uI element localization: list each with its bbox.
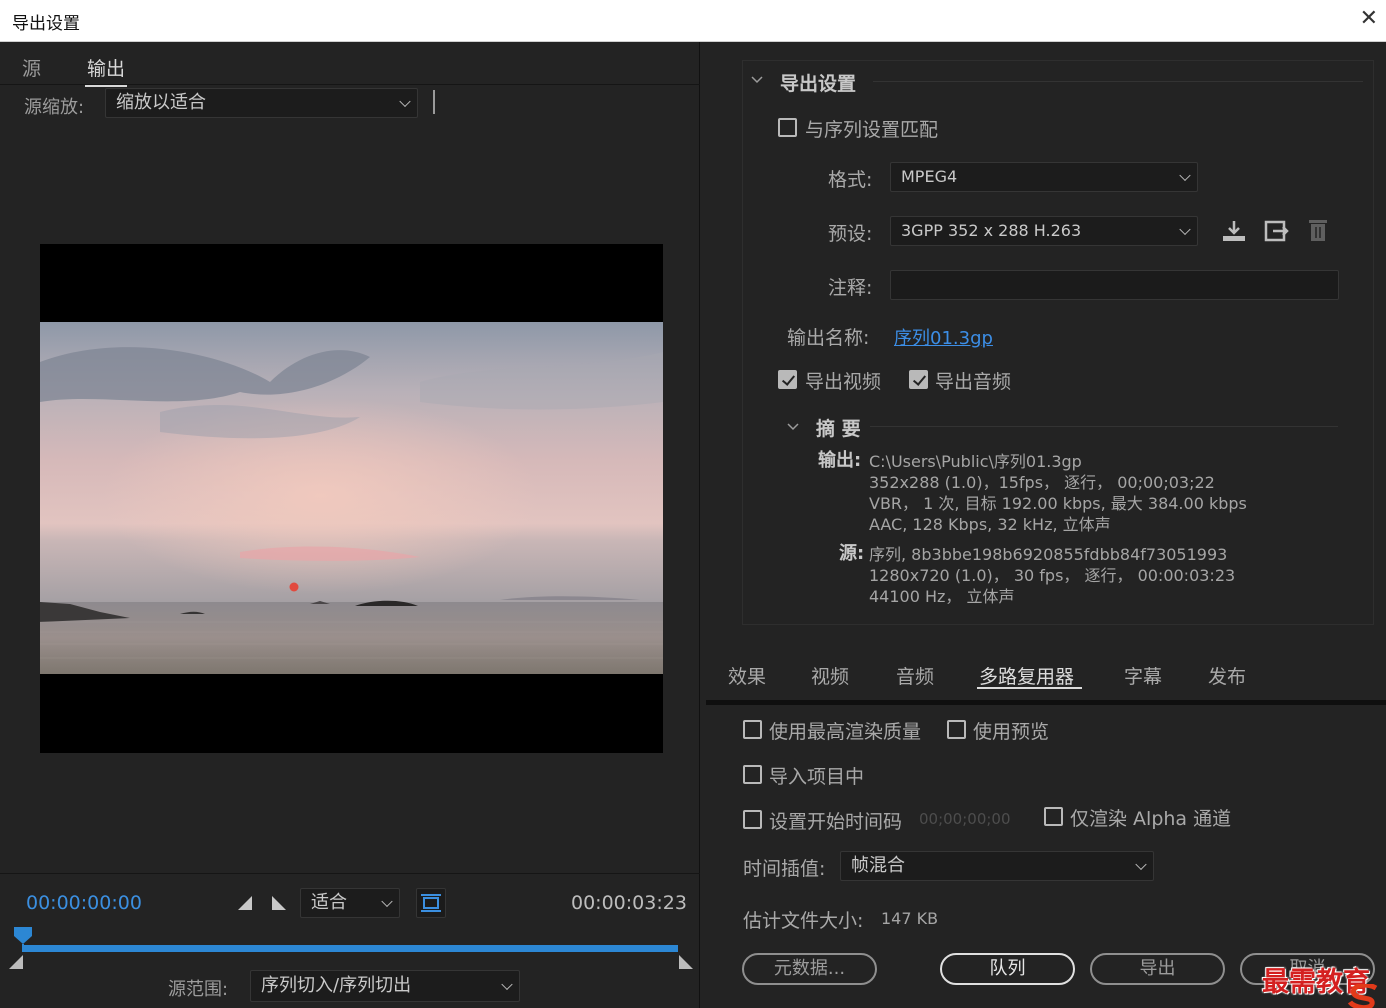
timeline-range-bar[interactable] [22,945,678,952]
output-name-link[interactable]: 序列01.3gp [894,324,993,350]
export-video-checkbox[interactable] [778,370,797,389]
source-range-dropdown[interactable]: 序列切入/序列切出 [250,970,520,1002]
format-label: 格式: [828,169,873,191]
summary-title: 摘 要 [816,418,861,440]
preset-value: 3GPP 352 x 288 H.263 [901,221,1082,240]
in-point-marker-icon[interactable] [8,954,24,974]
video-frame [40,322,663,674]
video-preview [40,244,663,753]
out-point-marker-icon[interactable] [678,954,694,974]
source-scale-value: 缩放以适合 [116,92,206,113]
watermark-s-icon [1346,982,1380,1008]
time-interpolation-value: 帧混合 [851,855,905,876]
match-sequence-checkbox[interactable] [778,118,797,137]
source-scale-dropdown[interactable]: 缩放以适合 [105,88,418,118]
tab-publish[interactable]: 发布 [1208,662,1246,689]
summary-output-line: AAC, 128 Kbps, 32 kHz, 立体声 [869,515,1111,534]
timecode-start[interactable]: 00:00:00:00 [26,892,142,914]
chevron-down-icon [399,95,411,108]
tab-effects[interactable]: 效果 [728,662,766,689]
chevron-down-icon [1179,169,1191,182]
queue-button[interactable]: 队列 [940,953,1075,985]
estimated-size-label: 估计文件大小: [743,910,864,932]
close-icon[interactable]: ✕ [1360,6,1378,31]
export-video-label: 导出视频 [805,371,882,393]
render-alpha-only-checkbox[interactable] [1044,807,1063,826]
tab-audio[interactable]: 音频 [896,662,934,689]
match-sequence-label: 与序列设置匹配 [805,119,939,141]
set-in-point-icon[interactable] [236,894,254,916]
sunset-sea-image [40,322,663,674]
format-dropdown[interactable]: MPEG4 [890,162,1198,192]
source-range-value: 序列切入/序列切出 [261,975,412,996]
summary-output-label: 输出: [818,450,862,471]
set-start-timecode-checkbox[interactable] [743,810,762,829]
max-render-quality-checkbox[interactable] [743,720,762,739]
import-into-project-checkbox[interactable] [743,765,762,784]
crop-handle[interactable] [433,90,435,114]
delete-preset-icon[interactable] [1307,217,1329,247]
title-bar: 导出设置 ✕ [0,0,1386,42]
tab-video[interactable]: 视频 [811,662,849,689]
summary-collapse-chevron-icon[interactable] [787,418,799,437]
format-value: MPEG4 [901,167,958,186]
divider [870,426,1338,427]
chevron-down-icon [1135,858,1147,871]
chevron-down-icon [501,978,513,991]
divider [873,81,1363,82]
import-into-project-label: 导入项目中 [769,766,865,788]
preset-dropdown[interactable]: 3GPP 352 x 288 H.263 [890,216,1198,246]
export-audio-label: 导出音频 [935,371,1012,393]
export-settings-title: 导出设置 [780,73,857,95]
timecode-end: 00:00:03:23 [571,892,687,914]
playhead-icon[interactable] [13,926,33,956]
save-preset-icon[interactable] [1221,218,1247,248]
tab-source[interactable]: 源 [22,54,41,81]
max-render-quality-label: 使用最高渲染质量 [769,721,922,743]
aspect-ratio-toggle-icon[interactable] [416,888,446,918]
preset-label: 预设: [828,223,873,245]
render-alpha-only-label: 仅渲染 Alpha 通道 [1070,808,1232,830]
tab-multiplexer[interactable]: 多路复用器 [979,662,1074,689]
set-start-timecode-label: 设置开始时间码 [769,811,903,833]
summary-source-label: 源: [839,543,865,564]
chevron-down-icon [381,895,393,908]
comments-field[interactable] [890,270,1339,300]
start-timecode-value: 00;00;00;00 [919,810,1011,828]
estimated-size-value: 147 KB [881,909,939,928]
use-previews-label: 使用预览 [973,721,1050,743]
active-tab-indicator [977,687,1082,689]
time-interpolation-dropdown[interactable]: 帧混合 [840,851,1154,881]
window-title: 导出设置 [12,14,80,34]
use-previews-checkbox[interactable] [947,720,966,739]
source-range-label: 源范围: [168,979,229,1000]
chevron-down-icon [1179,223,1191,236]
metadata-button[interactable]: 元数据... [742,953,877,985]
zoom-dropdown[interactable]: 适合 [300,888,400,918]
tab-output[interactable]: 输出 [84,54,128,87]
set-out-point-icon[interactable] [270,894,288,916]
zoom-value: 适合 [311,892,347,913]
divider [0,873,700,874]
divider [706,700,1386,705]
comments-label: 注释: [828,277,873,299]
output-name-label: 输出名称: [787,327,870,349]
import-preset-icon[interactable] [1263,218,1291,248]
export-audio-checkbox[interactable] [909,370,928,389]
export-button[interactable]: 导出 [1090,953,1225,985]
source-scale-label: 源缩放: [24,97,85,118]
summary-source-line: 44100 Hz， 立体声 [869,587,1015,606]
divider [0,84,700,85]
time-interpolation-label: 时间插值: [743,858,826,880]
collapse-chevron-icon[interactable] [751,71,763,84]
tab-captions[interactable]: 字幕 [1124,662,1162,689]
